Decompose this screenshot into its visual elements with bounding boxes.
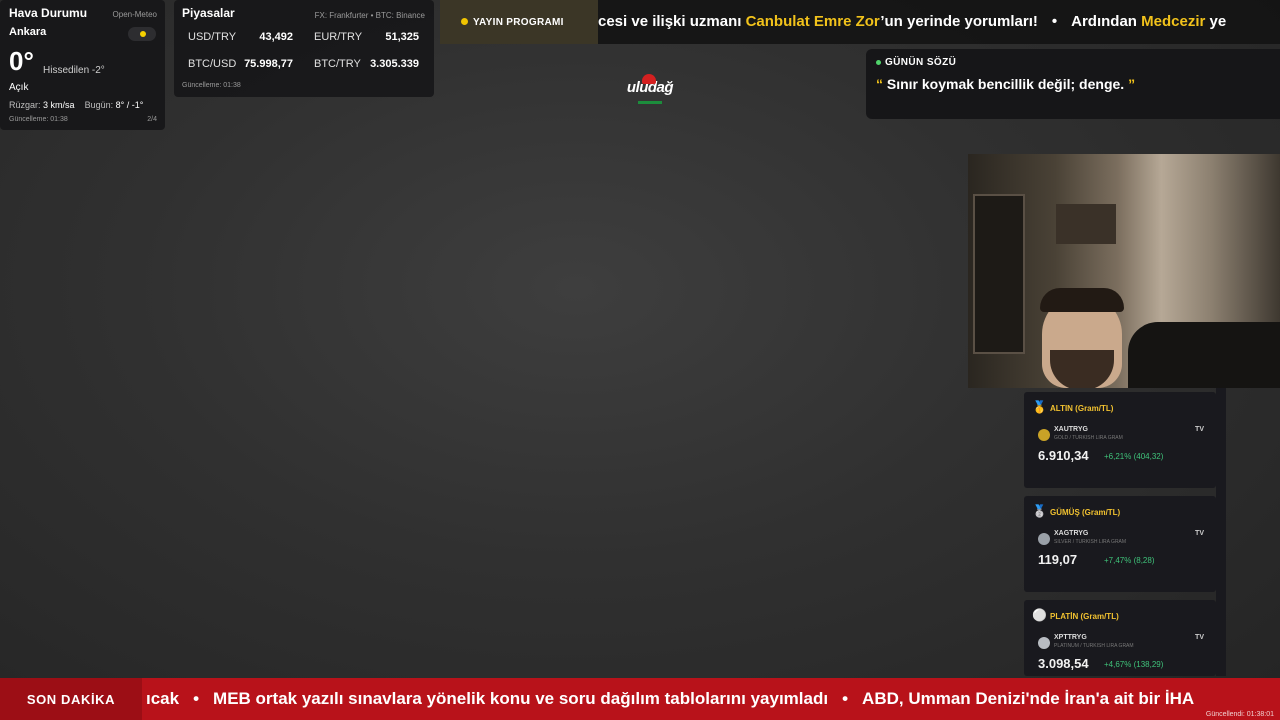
top-ticker-text: cesi ve ilişki uzmanı Canbulat Emre Zor’… — [598, 0, 1226, 44]
wind-label: Rüzgar: — [9, 100, 41, 110]
webcam-person-hair — [1040, 288, 1124, 312]
market-btc-try: BTC/TRY 3.305.339 — [314, 58, 419, 70]
sun-indicator-icon — [128, 27, 156, 41]
weather-updated: Güncelleme: 01:38 — [9, 116, 68, 123]
breaking-news-ticker: ıcak • MEB ortak yazılı sınavlara yönelik … — [146, 678, 1194, 720]
weather-page-indicator: 2/4 — [147, 116, 157, 123]
ticker-separator: • — [842, 689, 849, 708]
today-value: 8° / -1° — [115, 100, 144, 110]
weather-widget: Hava Durumu Open-Meteo Ankara 0° Hissedi… — [0, 0, 165, 130]
breaking-news-item: ıcak — [146, 689, 180, 708]
metal-change: +6,21% (404,32) — [1104, 452, 1164, 461]
webcam-feed — [968, 154, 1280, 388]
market-label: BTC/USD — [188, 58, 237, 70]
quote-close-mark: ” — [1128, 76, 1136, 92]
platinum-coin-icon — [1038, 637, 1050, 649]
metal-card-platinum: ⚪ PLATİN (Gram/TL) XPTTRYG PLATINUM / TU… — [1024, 600, 1216, 676]
webcam-background-cabinet — [973, 194, 1025, 354]
metal-price: 119,07 — [1038, 552, 1078, 567]
market-label: BTC/TRY — [314, 58, 361, 70]
weather-feels-like: Hissedilen -2° — [43, 65, 105, 76]
metal-card-gold: 🥇 ALTIN (Gram/TL) XAUTRYG GOLD / TURKISH… — [1024, 392, 1216, 488]
silver-coin-icon — [1038, 533, 1050, 545]
weather-temperature: 0° — [9, 46, 34, 76]
metal-title: PLATİN (Gram/TL) — [1050, 612, 1119, 621]
breaking-news-item: ABD, Umman Denizi'nde İran'a ait bir İHA — [862, 689, 1195, 708]
market-value: 43,492 — [259, 31, 293, 43]
today-label: Bugün: — [84, 100, 114, 110]
breaking-news-label: SON DAKİKA — [0, 678, 142, 720]
metal-price: 6.910,34 — [1038, 448, 1089, 463]
ticker-separator: • — [193, 689, 200, 708]
channel-logo: uludağ — [622, 74, 678, 104]
metal-change: +7,47% (8,28) — [1104, 556, 1155, 565]
market-eur-try: EUR/TRY 51,325 — [314, 31, 419, 43]
weather-details: Rüzgar: 3 km/sa Bugün: 8° / -1° — [9, 100, 143, 110]
quote-title: GÜNÜN SÖZÜ — [876, 57, 1270, 68]
weather-condition: Açık — [9, 82, 29, 93]
ticker-segment: ’un yerinde yorumları! — [880, 13, 1038, 30]
weather-source: Open-Meteo — [112, 10, 157, 19]
breaking-news-bar: ıcak • MEB ortak yazılı sınavlara yönelik … — [0, 678, 1280, 720]
market-value: 51,325 — [385, 31, 419, 43]
medal-gold-icon: 🥇 — [1032, 400, 1047, 414]
quote-text-row: “ Sınır koymak bencillik değil; denge. ” — [876, 76, 1270, 92]
markets-updated: Güncelleme: 01:38 — [182, 82, 241, 89]
ticker-highlight: Canbulat Emre Zor — [745, 13, 881, 30]
market-label: EUR/TRY — [314, 31, 363, 43]
medal-silver-icon: 🥈 — [1032, 504, 1047, 518]
metal-change: +4,67% (138,29) — [1104, 660, 1164, 669]
metals-scrollbar[interactable] — [1216, 388, 1226, 676]
webcam-person-body — [1128, 322, 1280, 388]
tradingview-icon[interactable]: TV — [1195, 426, 1204, 433]
top-news-ticker: YAYIN PROGRAMI cesi ve ilişki uzmanı Can… — [440, 0, 1280, 44]
markets-source: FX: Frankfurter • BTC: Binance — [314, 11, 425, 20]
market-value: 75.998,77 — [244, 58, 293, 70]
tradingview-icon[interactable]: TV — [1195, 530, 1204, 537]
metal-subtitle: SILVER / TURKISH LIRA GRAM — [1054, 539, 1127, 545]
wind-value: 3 km/sa — [43, 100, 75, 110]
quote-of-the-day: GÜNÜN SÖZÜ “ Sınır koymak bencillik deği… — [866, 49, 1280, 119]
metal-title: GÜMÜŞ (Gram/TL) — [1050, 508, 1121, 517]
platinum-circle-icon: ⚪ — [1032, 608, 1047, 622]
breaking-news-item: MEB ortak yazılı sınavlara yönelik konu … — [213, 689, 829, 708]
market-btc-usd: BTC/USD 75.998,77 — [188, 58, 293, 70]
metal-symbol: XAGTRYG — [1054, 530, 1089, 537]
webcam-background-shelf — [1056, 204, 1116, 244]
metal-symbol: XPTTRYG — [1054, 634, 1087, 641]
ticker-segment: Ardından — [1071, 13, 1142, 30]
market-usd-try: USD/TRY 43,492 — [188, 31, 293, 43]
metal-subtitle: GOLD / TURKISH LIRA GRAM — [1054, 435, 1123, 441]
logo-badge-icon — [642, 74, 656, 84]
quote-open-mark: “ — [876, 76, 883, 92]
ticker-segment: cesi ve ilişki uzmanı — [598, 13, 746, 30]
tradingview-icon[interactable]: TV — [1195, 634, 1204, 641]
broadcast-schedule-text: YAYIN PROGRAMI — [473, 16, 564, 28]
metal-symbol: XAUTRYG — [1054, 426, 1088, 433]
ticker-segment: ye — [1205, 13, 1227, 30]
logo-underline — [638, 101, 662, 104]
gold-coin-icon — [1038, 429, 1050, 441]
quote-text: Sınır koymak bencillik değil; denge. — [883, 76, 1129, 92]
market-value: 3.305.339 — [370, 58, 419, 70]
metal-price: 3.098,54 — [1038, 656, 1089, 671]
metal-card-silver: 🥈 GÜMÜŞ (Gram/TL) XAGTRYG SILVER / TURKI… — [1024, 496, 1216, 592]
broadcast-schedule-label: YAYIN PROGRAMI — [440, 0, 598, 44]
metal-subtitle: PLATINUM / TURKISH LIRA GRAM — [1054, 643, 1134, 649]
breaking-news-updated: Güncellendi: 01:38:01 — [1205, 711, 1274, 718]
market-label: USD/TRY — [188, 31, 237, 43]
metal-title: ALTIN (Gram/TL) — [1050, 404, 1114, 413]
markets-widget: Piyasalar FX: Frankfurter • BTC: Binance… — [174, 0, 434, 97]
ticker-highlight: Medcezir — [1141, 13, 1206, 30]
ticker-separator: • — [1051, 13, 1058, 30]
